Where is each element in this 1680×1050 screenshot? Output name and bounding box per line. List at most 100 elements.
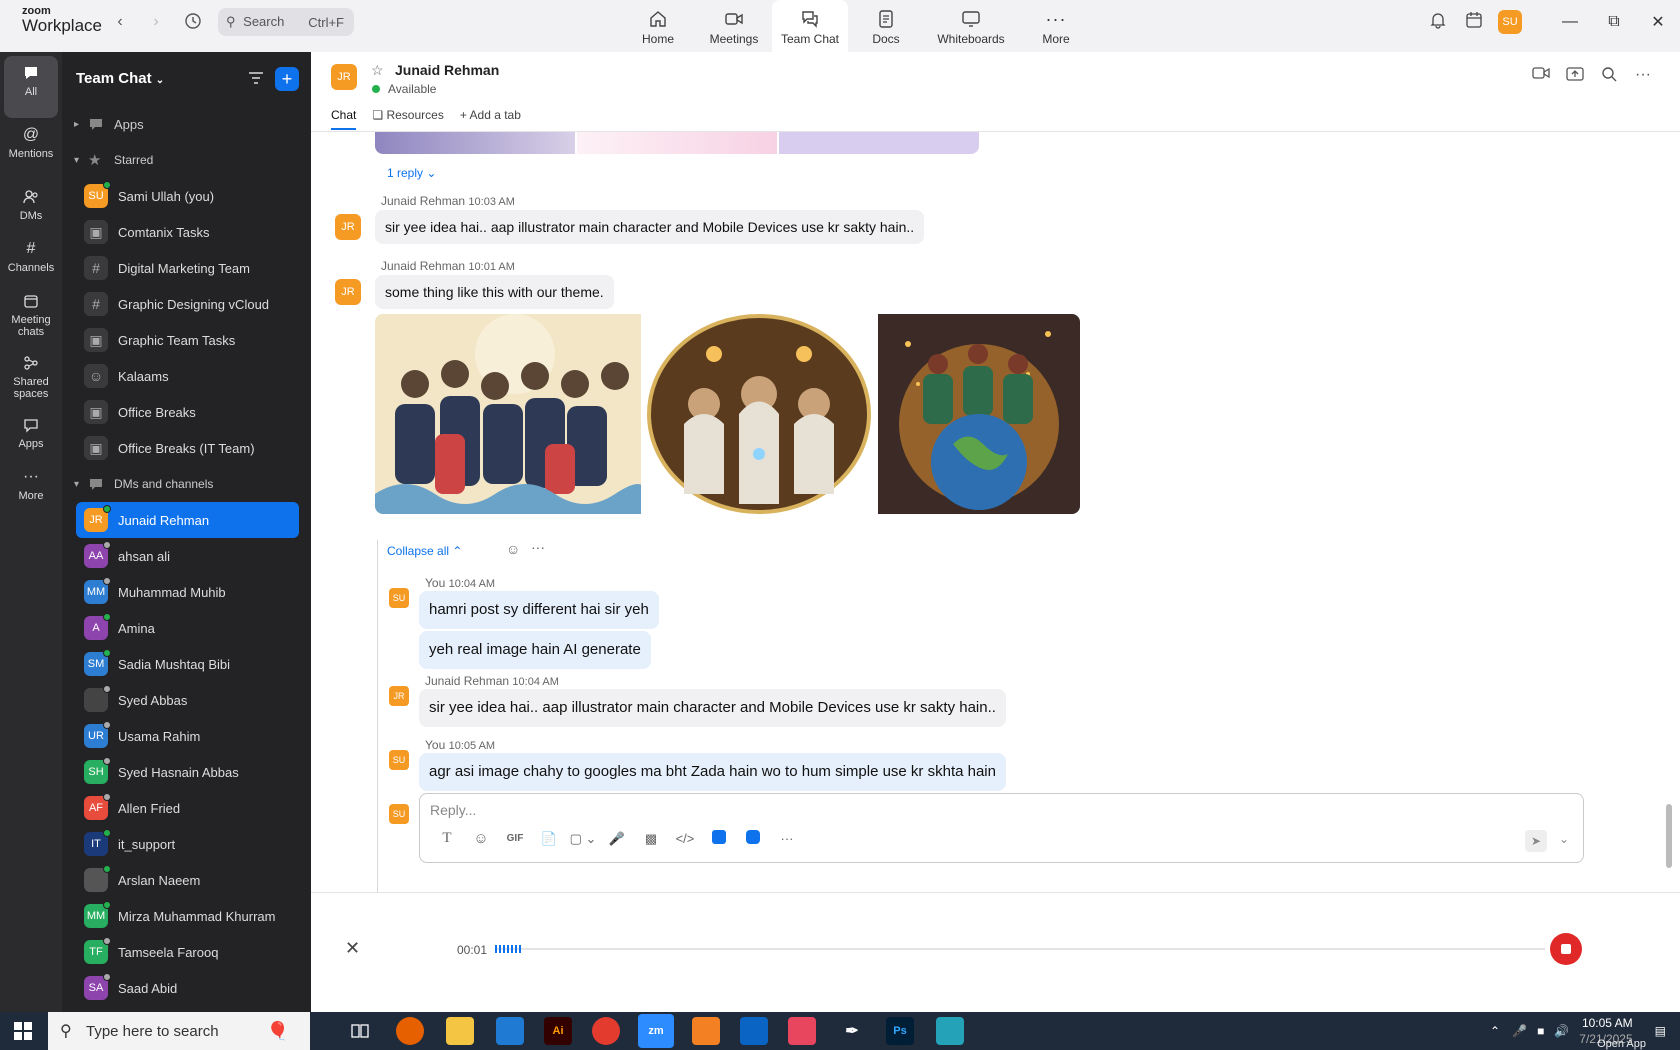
attached-image[interactable] [779,132,979,154]
rail-more[interactable]: ··· More [0,460,62,522]
notification-center-icon[interactable]: ▤ [1655,1024,1666,1038]
sender-avatar[interactable]: SU [389,588,409,608]
vscode-icon[interactable] [496,1017,524,1045]
sidebar-item[interactable]: JR Junaid Rehman [76,502,299,538]
app-icon[interactable] [692,1017,720,1045]
sender-avatar[interactable]: JR [335,214,361,240]
rail-all[interactable]: All [4,56,58,118]
back-arrow-icon[interactable]: ‹ [110,12,130,32]
microphone-icon[interactable]: 🎤 [1512,1024,1527,1038]
video-message-icon[interactable]: ▩ [634,831,668,847]
sidebar-item[interactable]: ▣ Office Breaks (IT Team) [62,430,311,466]
section-apps[interactable]: ▸ Apps [62,106,311,142]
windows-start-icon[interactable] [14,1022,32,1045]
illustrator-icon[interactable]: Ai [544,1017,572,1045]
sidebar-item[interactable]: AA ahsan ali [62,538,311,574]
tab-chat[interactable]: Chat [331,108,357,130]
rail-apps[interactable]: Apps [0,408,62,460]
chevron-up-icon[interactable]: ⌃ [1490,1024,1500,1038]
cancel-recording-icon[interactable]: ✕ [345,938,360,959]
app-icon[interactable] [936,1017,964,1045]
history-icon[interactable] [182,12,204,34]
sidebar-item[interactable]: ☺ Kalaams [62,358,311,394]
scrollbar[interactable] [1666,804,1672,868]
outlook-icon[interactable] [740,1017,768,1045]
speaker-icon[interactable]: 🔊 [1554,1024,1569,1038]
chevron-down-icon[interactable]: ⌄ [1559,832,1569,846]
sidebar-item[interactable]: # Digital Marketing Team [62,250,311,286]
sender-avatar[interactable]: JR [389,686,409,706]
close-icon[interactable]: ✕ [1636,12,1680,32]
nav-team-chat[interactable]: Team Chat [772,0,848,52]
sidebar-item[interactable]: IT it_support [62,826,311,862]
nav-more[interactable]: ··· More [1018,0,1094,52]
firefox-icon[interactable] [396,1017,424,1045]
code-icon[interactable]: </> [668,831,702,846]
search-icon[interactable] [1592,66,1626,87]
screenshot-icon[interactable]: ▢ ⌄ [566,831,600,847]
pen-icon[interactable]: ✒ [838,1017,866,1045]
gif-icon[interactable]: GIF [498,833,532,844]
sidebar-item[interactable]: SH Syed Hasnain Abbas [62,754,311,790]
file-explorer-icon[interactable] [446,1017,474,1045]
nav-whiteboards[interactable]: Whiteboards [924,0,1018,52]
sidebar-item[interactable]: ▣ Graphic Team Tasks [62,322,311,358]
reply-input[interactable]: Reply... [430,802,476,818]
sidebar-item[interactable]: # Graphic Designing vCloud [62,286,311,322]
app-icon[interactable] [702,830,736,847]
more-options-icon[interactable]: ··· [1626,66,1660,87]
sidebar-item[interactable]: UR Usama Rahim [62,718,311,754]
zoom-taskbar-icon[interactable]: zm [638,1014,674,1048]
sidebar-item[interactable]: AF Allen Fried [62,790,311,826]
chrome-icon[interactable] [592,1017,620,1045]
rail-meeting-chats[interactable]: Meeting chats [0,284,62,346]
reply-composer[interactable]: Reply... T ☺ GIF 📄 ▢ ⌄ 🎤 ▩ </> ··· ➤ ⌄ [419,793,1584,863]
attached-image[interactable] [644,314,874,514]
rail-channels[interactable]: # Channels [0,232,62,284]
share-screen-icon[interactable] [1558,66,1592,87]
nav-home[interactable]: Home [620,0,696,52]
tab-resources[interactable]: ❏ Resources [372,108,443,130]
app-icon[interactable] [736,830,770,847]
maximize-icon[interactable]: ⧉ [1592,13,1636,31]
file-icon[interactable]: 📄 [532,831,566,847]
tab-add[interactable]: + Add a tab [460,108,521,130]
text-format-icon[interactable]: T [430,830,464,847]
sidebar-item[interactable]: A Amina [62,610,311,646]
task-view-icon[interactable] [346,1017,374,1045]
send-icon[interactable]: ➤ [1525,830,1547,852]
more-icon[interactable]: ··· [770,831,804,846]
sender-avatar[interactable]: SU [389,750,409,770]
sender-avatar[interactable]: JR [335,279,361,305]
reply-count-link[interactable]: 1 reply ⌄ [387,166,436,180]
rail-shared-spaces[interactable]: Shared spaces [0,346,62,408]
calendar-icon[interactable] [1456,11,1492,34]
emoji-icon[interactable]: ☺ [464,830,498,847]
sidebar-item[interactable]: Syed Abbas [62,682,311,718]
rail-mentions[interactable]: @ Mentions [0,118,62,180]
attached-image[interactable] [375,132,575,154]
sidebar-item[interactable]: SA Saad Abid [62,970,311,1006]
microphone-icon[interactable]: 🎤 [600,831,634,847]
sidebar-item[interactable]: Arslan Naeem [62,862,311,898]
section-dms[interactable]: ▾ DMs and channels [62,466,311,502]
new-chat-button[interactable]: + [275,67,299,91]
attached-image[interactable] [375,314,641,514]
creative-cloud-icon[interactable] [788,1017,816,1045]
rail-dms[interactable]: DMs [0,180,62,232]
more-options-icon[interactable]: ··· [531,539,545,555]
section-starred[interactable]: ▾ ★ Starred [62,142,311,178]
stop-recording-button[interactable] [1550,933,1582,965]
sidebar-item[interactable]: ▣ Comtanix Tasks [62,214,311,250]
forward-arrow-icon[interactable]: › [146,12,166,32]
profile-avatar[interactable]: SU [1492,10,1528,34]
sidebar-item[interactable]: ▣ Office Breaks [62,394,311,430]
star-icon[interactable]: ☆ [371,62,384,79]
video-call-icon[interactable] [1524,66,1558,87]
sidebar-item[interactable]: MM Mirza Muhammad Khurram [62,898,311,934]
attached-image[interactable] [878,314,1080,514]
nav-docs[interactable]: Docs [848,0,924,52]
sidebar-item[interactable]: TF Tamseela Farooq [62,934,311,970]
emoji-reaction-icon[interactable]: ☺ [506,541,520,557]
contact-avatar[interactable]: JR [331,64,357,90]
